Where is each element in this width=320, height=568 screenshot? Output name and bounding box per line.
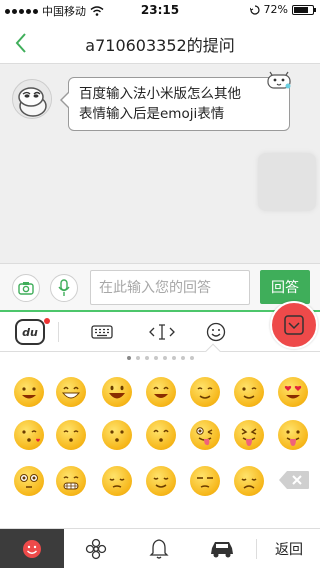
smiley-icon [23, 540, 41, 558]
emoji-kiss-smile[interactable] [146, 420, 176, 450]
emoji-big-smile[interactable] [102, 377, 132, 407]
mascot-badge-icon [267, 71, 291, 89]
backspace-icon[interactable] [278, 470, 310, 490]
keyboard-button[interactable] [80, 312, 124, 352]
tab-bell[interactable] [128, 529, 190, 568]
bell-icon [149, 539, 169, 559]
emoji-grin[interactable] [56, 377, 86, 407]
collapse-icon [284, 315, 304, 335]
emoji-grimace[interactable] [56, 466, 86, 496]
return-button[interactable]: 返回 [258, 529, 320, 568]
page-dot [180, 356, 185, 360]
answer-input[interactable] [90, 270, 250, 305]
emoji-kiss[interactable] [102, 420, 132, 450]
page-dot [135, 356, 140, 360]
answer-bar: 回答 [0, 263, 320, 310]
answer-submit-button[interactable]: 回答 [260, 270, 310, 304]
tab-flower[interactable] [64, 529, 128, 568]
emoji-heart-eyes[interactable] [278, 377, 308, 407]
divider [58, 322, 59, 342]
flower-icon [85, 538, 107, 560]
tab-smiley[interactable] [0, 529, 64, 568]
cursor-button[interactable] [140, 312, 184, 352]
emoji-tongue-wink[interactable] [190, 420, 220, 450]
emoji-panel [0, 352, 320, 528]
battery-percent: 72% [263, 3, 288, 16]
avatar[interactable] [12, 79, 52, 119]
keyboard-icon [91, 325, 113, 339]
emoji-wink[interactable] [234, 377, 264, 407]
emoji-relieved[interactable] [146, 466, 176, 496]
emoji-disappointed[interactable] [234, 466, 264, 496]
page-dot [153, 356, 158, 360]
page-dot [171, 356, 176, 360]
tab-car[interactable] [190, 529, 254, 568]
emoji-kiss-closed[interactable] [56, 420, 86, 450]
collapse-keyboard-button[interactable] [270, 301, 318, 349]
nav-bar: a710603352的提问 [0, 20, 320, 64]
question-bubble: 百度输入法小米版怎么其他 表情输入后是emoji表情 [60, 77, 290, 131]
battery-icon [292, 4, 316, 15]
page-dot [189, 356, 194, 360]
emoji-tongue[interactable] [278, 420, 308, 450]
camera-icon [18, 282, 34, 295]
orientation-lock-icon [249, 4, 260, 15]
emoji-blush[interactable] [190, 377, 220, 407]
page-dot [162, 356, 167, 360]
cursor-icon [149, 324, 175, 340]
voice-button[interactable] [50, 274, 78, 302]
emoji-unamused[interactable] [190, 466, 220, 496]
question-area: 百度输入法小米版怎么其他 表情输入后是emoji表情 [0, 65, 320, 263]
smiley-icon [206, 322, 226, 342]
emoji-kiss-heart[interactable] [14, 420, 44, 450]
emoji-pensive[interactable] [102, 466, 132, 496]
image-thumbnail[interactable] [258, 153, 316, 211]
page-indicator [0, 356, 320, 360]
page-dot [144, 356, 149, 360]
du-logo: du [15, 319, 45, 345]
emoji-category-bar: 返回 [0, 528, 320, 568]
camera-button[interactable] [12, 274, 40, 302]
emoji-tongue-squint[interactable] [234, 420, 264, 450]
page-title: a710603352的提问 [85, 36, 235, 55]
notification-dot [44, 318, 50, 324]
emoji-flushed[interactable] [14, 466, 44, 496]
divider [256, 539, 257, 559]
emoji-happy[interactable] [146, 377, 176, 407]
status-right: 72% [249, 3, 316, 16]
status-bar: 中国移动 23:15 72% [0, 0, 320, 20]
question-text-line2: 表情输入后是emoji表情 [79, 106, 225, 122]
question-text-line1: 百度输入法小米版怎么其他 [79, 86, 241, 102]
car-icon [211, 542, 233, 558]
emoji-smile[interactable] [14, 377, 44, 407]
microphone-icon [58, 279, 70, 296]
page-dot [126, 356, 131, 360]
